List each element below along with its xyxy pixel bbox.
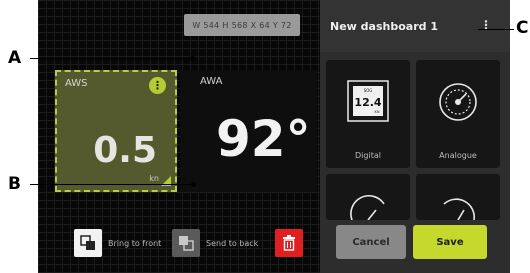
gauge-partial-icon — [350, 194, 385, 220]
widget-value: 0.5 — [93, 130, 157, 171]
panel-title: New dashboard 1 — [330, 20, 438, 33]
widget-label: AWA — [200, 76, 223, 87]
widget-awa[interactable]: AWA 92° — [180, 70, 317, 192]
callout-a-line — [30, 58, 192, 59]
widget-unit: kn — [149, 174, 159, 183]
widget-value: 92° — [216, 110, 311, 168]
send-to-back-icon — [179, 236, 194, 251]
save-button[interactable]: Save — [413, 225, 487, 259]
send-to-back-button[interactable] — [172, 229, 200, 257]
trash-icon — [283, 235, 295, 251]
tile-partial[interactable] — [416, 174, 500, 220]
device-screen: W 544 H 568 X 64 Y 72 AWS ⋮ 0.5 kn AWA 9… — [38, 0, 510, 273]
dimensions-readout: W 544 H 568 X 64 Y 72 — [184, 14, 300, 36]
tile-analogue[interactable]: Analogue — [416, 60, 500, 168]
widget-label: AWS — [65, 78, 88, 89]
callout-c-line — [478, 29, 514, 30]
delete-button[interactable] — [275, 229, 303, 257]
bring-to-front-label: Bring to front — [108, 238, 162, 248]
analogue-gauge-icon — [439, 83, 477, 121]
digital-display-icon: SOG 12.4 KN — [347, 80, 389, 122]
widget-more-button[interactable]: ⋮ — [149, 77, 166, 94]
callout-c: C — [516, 18, 529, 38]
send-to-back-label: Send to back — [206, 238, 259, 248]
callout-a-dot — [190, 56, 195, 61]
bring-to-front-icon — [80, 235, 95, 250]
tile-name: Analogue — [439, 151, 477, 160]
callout-b: B — [8, 174, 21, 194]
send-to-back-action[interactable]: Send to back — [172, 228, 258, 258]
gauge-partial-icon — [443, 198, 476, 220]
callout-b-dot — [191, 182, 196, 187]
dashboard-editor-canvas[interactable]: W 544 H 568 X 64 Y 72 AWS ⋮ 0.5 kn AWA 9… — [38, 0, 320, 273]
bring-to-front-button[interactable] — [74, 229, 102, 257]
delete-action[interactable] — [275, 228, 303, 258]
preview-value: 12.4 — [354, 96, 381, 109]
bring-to-front-action[interactable]: Bring to front — [74, 228, 161, 258]
tile-digital[interactable]: SOG 12.4 KN Digital — [326, 60, 410, 168]
tile-partial[interactable] — [326, 174, 410, 220]
panel-header: New dashboard 1 ⋮ — [320, 0, 510, 52]
callout-a: A — [8, 48, 22, 68]
callout-b-line — [30, 184, 193, 185]
preview-label: SOG — [364, 88, 373, 93]
widget-aws[interactable]: AWS ⋮ 0.5 kn — [55, 70, 177, 192]
cancel-button[interactable]: Cancel — [336, 225, 406, 259]
widget-panel: New dashboard 1 ⋮ SOG 12.4 KN Digital An… — [320, 0, 510, 273]
more-vertical-icon: ⋮ — [152, 79, 163, 92]
preview-unit: KN — [375, 110, 380, 114]
tile-name: Digital — [355, 151, 381, 160]
